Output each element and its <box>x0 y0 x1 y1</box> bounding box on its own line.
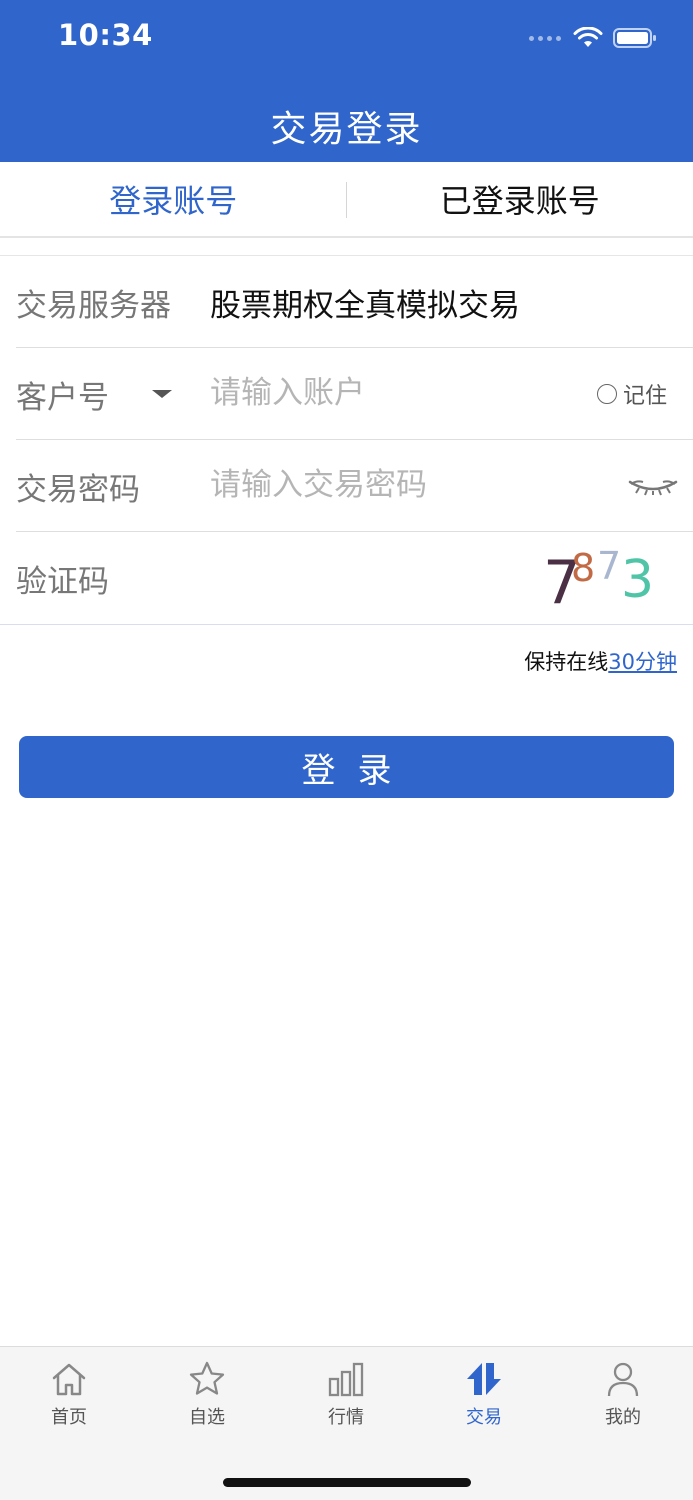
wifi-icon <box>573 27 603 47</box>
star-icon <box>189 1361 225 1395</box>
bar-chart-icon <box>328 1362 364 1397</box>
tab-label: 行情 <box>328 1407 364 1428</box>
account-row: 客户号 记住 <box>0 348 693 440</box>
signal-icon <box>529 35 561 41</box>
login-button[interactable]: 登录 <box>19 736 674 798</box>
eye-closed-icon[interactable] <box>627 476 679 496</box>
tab-market[interactable]: 行情 <box>301 1359 391 1429</box>
tab-label: 我的 <box>605 1407 641 1428</box>
server-row[interactable]: 交易服务器 股票期权全真模拟交易 <box>0 256 693 348</box>
account-input[interactable] <box>210 370 570 416</box>
remember-label: 记住 <box>622 384 667 409</box>
status-time: 10:34 <box>58 18 153 52</box>
trade-icon <box>467 1363 501 1395</box>
captcha-digit: 7 <box>597 544 622 588</box>
captcha-image[interactable]: 7 8 7 3 <box>543 540 673 620</box>
bottom-tab-bar: 首页 自选 行情 交易 我的 <box>0 1346 693 1500</box>
status-indicators <box>529 24 657 52</box>
tab-label: 交易 <box>466 1407 502 1428</box>
password-input[interactable] <box>210 462 570 508</box>
page-title: 交易登录 <box>270 109 423 150</box>
tab-label: 首页 <box>51 1407 87 1428</box>
password-row: 交易密码 <box>0 440 693 532</box>
tab-profile[interactable]: 我的 <box>578 1359 668 1429</box>
account-label: 客户号 <box>16 379 109 416</box>
tab-login-account[interactable]: 登录账号 <box>0 162 347 236</box>
battery-icon <box>613 28 656 48</box>
person-icon <box>607 1362 639 1397</box>
radio-icon <box>596 384 617 404</box>
trade-login-screen: 10:34 交易登录 登录账号 已登录账号 交易服务器 股票期权全真模拟交易 客… <box>0 0 693 1500</box>
captcha-row: 验证码 7 8 7 3 <box>0 532 693 624</box>
remember-checkbox[interactable]: 记住 <box>596 348 667 440</box>
password-label: 交易密码 <box>16 471 140 508</box>
keep-online-duration-link[interactable]: 30分钟 <box>608 650 677 674</box>
account-dropdown-icon[interactable] <box>152 390 172 398</box>
captcha-label: 验证码 <box>16 563 109 600</box>
home-indicator[interactable] <box>223 1478 471 1487</box>
tab-divider <box>346 182 347 218</box>
header: 10:34 交易登录 <box>0 0 693 162</box>
tab-watchlist[interactable]: 自选 <box>162 1359 252 1429</box>
tab-home[interactable]: 首页 <box>24 1359 114 1429</box>
tab-logged-accounts[interactable]: 已登录账号 <box>347 162 693 236</box>
tab-trade[interactable]: 交易 <box>439 1359 529 1429</box>
keep-online-label: 保持在线 <box>524 650 609 674</box>
divider <box>0 624 693 625</box>
tab-label: 自选 <box>189 1407 225 1428</box>
server-label: 交易服务器 <box>16 287 171 324</box>
captcha-digit: 8 <box>571 546 596 590</box>
login-tabs: 登录账号 已登录账号 <box>0 162 693 238</box>
captcha-digit: 3 <box>621 550 655 610</box>
home-icon <box>52 1363 86 1396</box>
server-value[interactable]: 股票期权全真模拟交易 <box>210 256 520 348</box>
keep-online-setting: 保持在线30分钟 <box>524 646 677 676</box>
